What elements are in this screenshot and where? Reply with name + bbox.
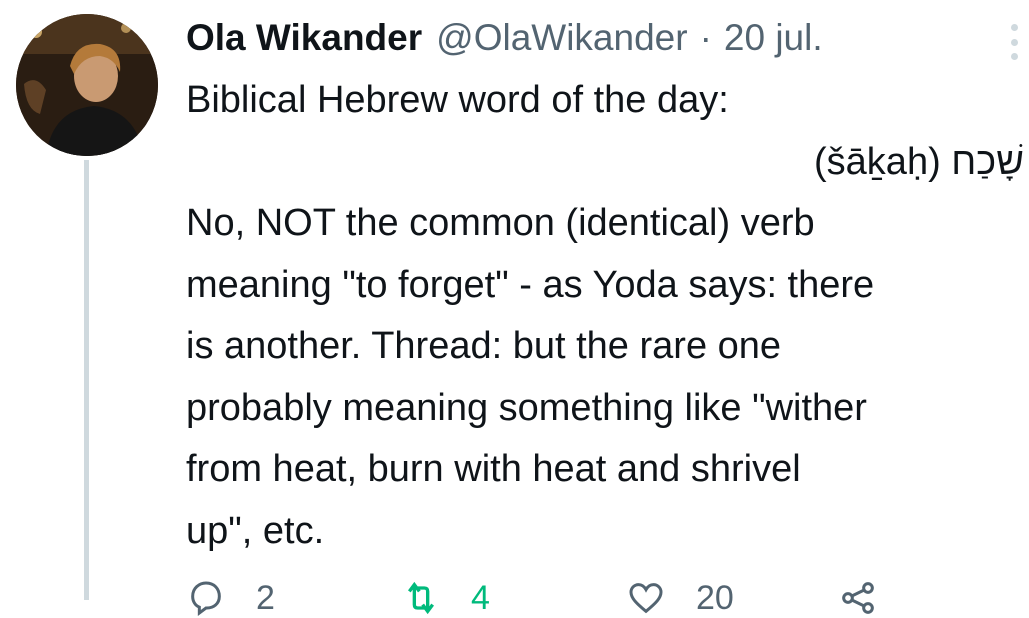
meta-separator: · [699, 17, 712, 58]
author-name[interactable]: Ola Wikander [186, 12, 422, 64]
author-handle[interactable]: @OlaWikander [436, 12, 687, 64]
tweet-line: Biblical Hebrew word of the day: [186, 79, 729, 121]
avatar[interactable] [16, 14, 158, 156]
share-button[interactable] [838, 578, 878, 618]
tweet-date[interactable]: 20 jul. [724, 12, 823, 64]
like-button[interactable]: 20 [626, 578, 734, 618]
tweet-line: meaning "to forget" - as Yoda says: ther… [186, 263, 875, 306]
share-icon [842, 582, 874, 614]
retweet-button[interactable]: 4 [401, 578, 490, 618]
tweet-line: No, NOT the common (identical) verb [186, 202, 815, 244]
reply-count: 2 [256, 579, 275, 617]
tweet-line: up", etc. [186, 509, 325, 552]
tweet-line: is another. Thread: but the rare one [186, 325, 782, 367]
author-meta: @OlaWikander · 20 jul. [436, 12, 822, 64]
avatar-photo [16, 14, 158, 156]
more-options-icon[interactable] [1009, 24, 1019, 60]
tweet-text: Biblical Hebrew word of the day: (šāḵaḥ)… [186, 70, 1029, 562]
tweet-header: Ola Wikander @OlaWikander · 20 jul. [186, 12, 1029, 64]
tweet-line: from heat, burn with heat and shrivel [186, 448, 801, 490]
retweet-count: 4 [471, 579, 490, 617]
tweet-line: probably meaning something like "wither [186, 386, 867, 429]
like-count: 20 [696, 579, 734, 617]
tweet-line-hebrew: (šāḵaḥ) שָׁכַח [814, 140, 1024, 183]
retweet-icon [408, 581, 434, 615]
tweet-actions: 2 4 20 [186, 578, 1029, 618]
reply-icon [191, 581, 221, 616]
thread-connector-line [84, 160, 89, 600]
heart-icon [629, 583, 663, 614]
reply-button[interactable]: 2 [186, 578, 275, 618]
